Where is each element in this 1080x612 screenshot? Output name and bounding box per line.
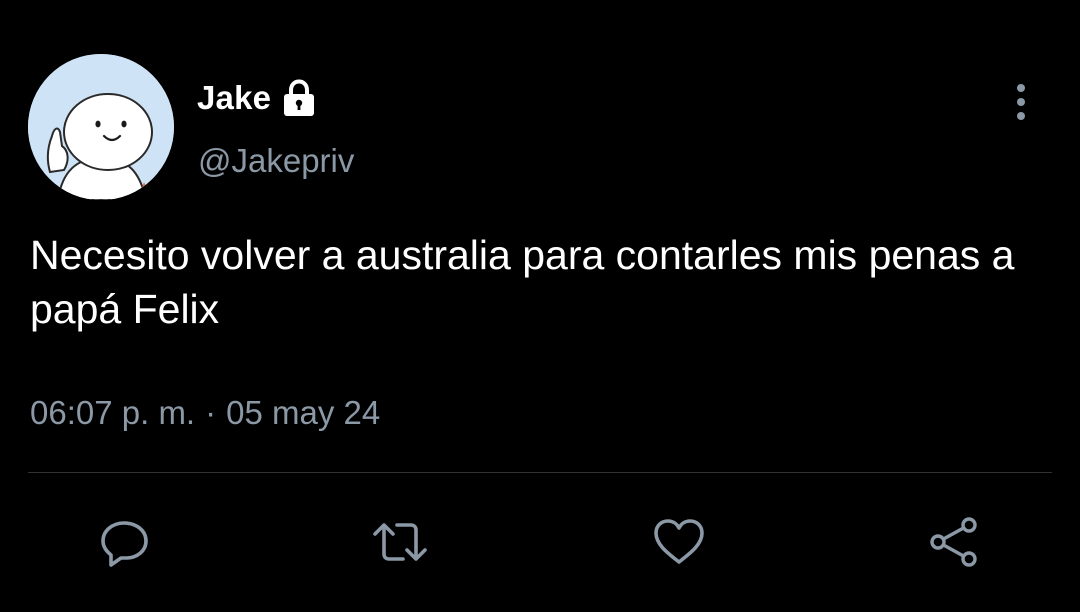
more-options-button[interactable] (1002, 80, 1040, 124)
tweet-timestamp[interactable]: 06:07 p. m. · 05 may 24 (30, 394, 380, 432)
comment-icon (101, 521, 148, 567)
heart-icon (654, 519, 704, 564)
tweet-text: Necesito volver a australia para contarl… (30, 232, 1015, 332)
divider (28, 472, 1052, 473)
reply-button[interactable] (97, 514, 153, 570)
share-button[interactable] (926, 514, 982, 570)
more-vertical-icon (1017, 84, 1025, 120)
tweet-card: Jake @Jakepriv Necesito volver a austral… (0, 0, 1080, 612)
retweet-icon (373, 523, 427, 561)
tweet-date: 05 may 24 (226, 394, 381, 431)
cartoon-avatar-icon (28, 54, 174, 200)
user-handle[interactable]: @Jakepriv (198, 142, 354, 180)
retweet-button[interactable] (372, 514, 428, 570)
author-row: Jake (197, 76, 319, 120)
like-button[interactable] (651, 514, 707, 570)
share-icon (930, 517, 977, 567)
display-name[interactable]: Jake (197, 79, 271, 117)
meta-separator: · (205, 394, 217, 431)
avatar[interactable] (28, 54, 174, 200)
tweet-time: 06:07 p. m. (30, 394, 196, 431)
lock-icon (279, 78, 319, 118)
